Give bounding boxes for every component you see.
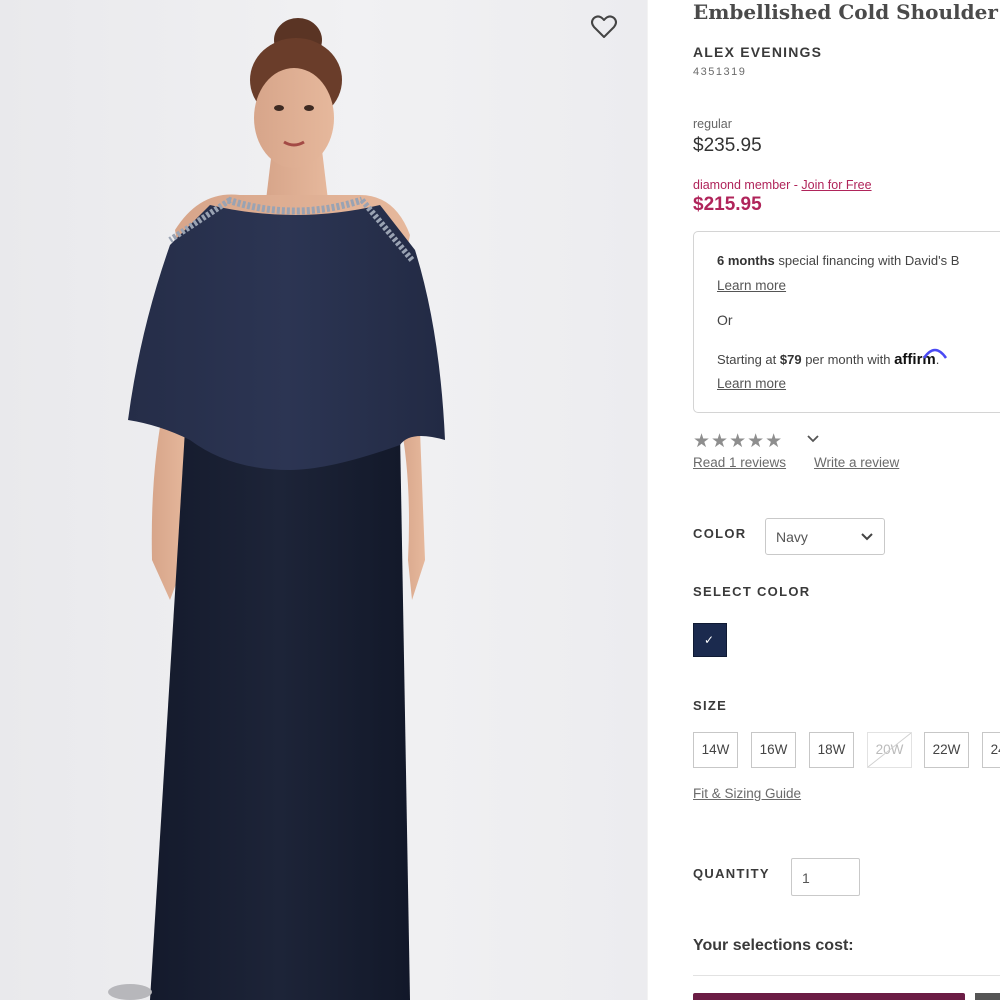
product-image[interactable] [0, 0, 647, 1000]
regular-price: $235.95 [693, 135, 762, 156]
financing-offer-text: special financing with David's B [774, 253, 960, 268]
size-option-22w[interactable]: 22W [924, 732, 969, 768]
affirm-logo: affirm [894, 348, 948, 368]
selections-cost-label: Your selections cost: [693, 937, 854, 954]
member-price: $215.95 [693, 194, 762, 215]
size-option-label: 20W [875, 742, 904, 757]
size-option-label: 16W [759, 742, 788, 757]
join-free-link[interactable]: Join for Free [801, 178, 871, 192]
brand-name[interactable]: ALEX EVENINGS [693, 44, 822, 60]
product-title: Embellished Cold Shoulder P [693, 0, 1000, 24]
size-option-24w[interactable]: 24W [982, 732, 1000, 768]
chevron-down-icon [807, 435, 819, 443]
member-label: diamond member - [693, 178, 802, 192]
color-select-value: Navy [776, 529, 808, 545]
size-label: SIZE [693, 698, 728, 713]
quantity-input[interactable]: 1 [791, 858, 860, 896]
learn-more-link-affirm[interactable]: Learn more [717, 376, 786, 391]
financing-months: 6 months [717, 253, 775, 268]
color-label: COLOR [693, 526, 747, 541]
affirm-monthly-amount: $79 [779, 352, 802, 367]
select-color-label: SELECT COLOR [693, 584, 811, 599]
affirm-arc-icon [923, 348, 948, 359]
learn-more-link-financing[interactable]: Learn more [717, 278, 786, 293]
size-option-20w: 20W [867, 732, 912, 768]
size-option-label: 14W [701, 742, 730, 757]
rating-stars[interactable]: ★★★★★ [693, 430, 783, 453]
color-swatch-navy[interactable]: ✓ [693, 623, 727, 657]
quantity-label: QUANTITY [693, 866, 770, 881]
product-sku: 4351319 [693, 66, 747, 78]
size-option-label: 24W [990, 742, 1000, 757]
financing-box: 6 months special financing with David's … [693, 231, 1000, 413]
size-option-label: 22W [932, 742, 961, 757]
secondary-action-button[interactable] [975, 993, 1000, 1000]
quantity-value: 1 [802, 870, 810, 886]
size-option-14w[interactable]: 14W [693, 732, 738, 768]
affirm-starting-at: Starting at [717, 352, 780, 367]
size-option-label: 18W [817, 742, 846, 757]
affirm-per-month: per month with [801, 352, 895, 367]
chevron-down-icon [861, 533, 873, 541]
check-icon: ✓ [704, 633, 715, 647]
write-review-link[interactable]: Write a review [814, 455, 899, 470]
read-reviews-link[interactable]: Read 1 reviews [693, 455, 786, 470]
financing-or: Or [717, 312, 733, 328]
heart-icon[interactable] [589, 12, 619, 42]
summary-divider [693, 975, 1000, 976]
add-to-bag-button[interactable] [693, 993, 965, 1000]
fit-sizing-guide-link[interactable]: Fit & Sizing Guide [693, 786, 801, 801]
regular-price-label: regular [693, 117, 732, 131]
model-dress-illustration [108, 18, 445, 1000]
rating-chevron-down-icon[interactable] [806, 432, 820, 447]
member-price-label: diamond member - Join for Free [693, 178, 872, 192]
affirm-offer: Starting at $79 per month with affirm. [717, 348, 948, 368]
financing-offer: 6 months special financing with David's … [717, 253, 959, 268]
panel-divider [647, 0, 648, 1000]
size-option-18w[interactable]: 18W [809, 732, 854, 768]
size-option-16w[interactable]: 16W [751, 732, 796, 768]
color-select[interactable]: Navy [765, 518, 885, 555]
